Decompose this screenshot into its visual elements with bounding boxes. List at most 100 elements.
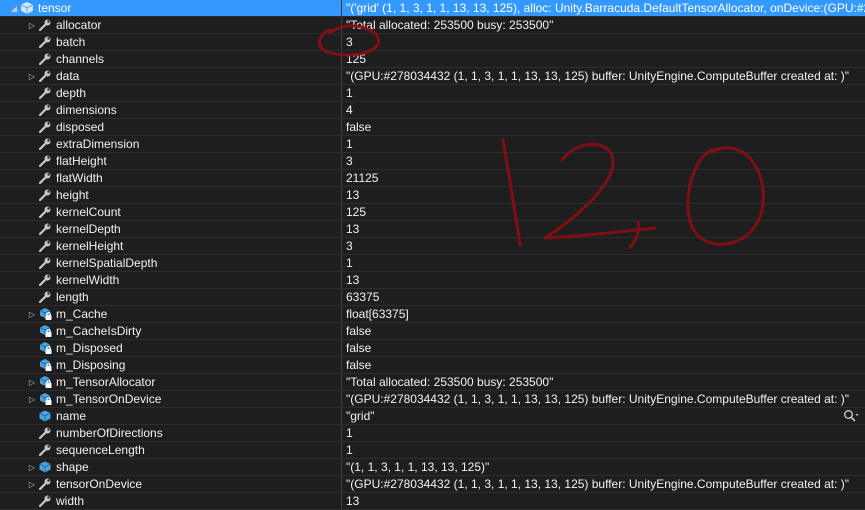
name-cell: length: [0, 289, 342, 305]
property-wrench-icon: [38, 205, 52, 219]
value-cell[interactable]: 13: [342, 493, 865, 509]
tree-row-kerneldepth[interactable]: kernelDepth 13: [0, 221, 865, 238]
expand-arrow-icon[interactable]: ▷: [26, 310, 38, 319]
name-cell: m_Disposed: [0, 340, 342, 356]
tree-row-kernelspatialdepth[interactable]: kernelSpatialDepth 1: [0, 255, 865, 272]
row-name: flatHeight: [56, 154, 107, 168]
value-cell[interactable]: "grid": [342, 408, 865, 424]
value-cell[interactable]: false: [342, 119, 865, 135]
tree-row-dimensions[interactable]: dimensions 4: [0, 102, 865, 119]
tree-row-disposed[interactable]: disposed false: [0, 119, 865, 136]
name-cell: kernelSpatialDepth: [0, 255, 342, 271]
property-wrench-icon: [38, 171, 52, 185]
row-name: length: [56, 290, 89, 304]
value-cell[interactable]: "(GPU:#278034432 (1, 1, 3, 1, 1, 13, 13,…: [342, 476, 865, 492]
private-field-icon: [38, 341, 52, 355]
name-cell: channels: [0, 51, 342, 67]
row-name: kernelSpatialDepth: [56, 256, 158, 270]
tree-row-height[interactable]: height 13: [0, 187, 865, 204]
tree-row-name[interactable]: name "grid": [0, 408, 865, 425]
row-value: 13: [346, 188, 360, 202]
row-value: 1: [346, 443, 353, 457]
tree-row-channels[interactable]: channels 125: [0, 51, 865, 68]
row-name: m_Disposing: [56, 358, 126, 372]
value-cell[interactable]: 1: [342, 255, 865, 271]
tree-row-kernelwidth[interactable]: kernelWidth 13: [0, 272, 865, 289]
tree-row-m-tensorondevice[interactable]: ▷ m_TensorOnDevice "(GPU:#278034432 (1, 1,…: [0, 391, 865, 408]
row-name: height: [56, 188, 89, 202]
property-wrench-icon: [38, 188, 52, 202]
row-name: m_Disposed: [56, 341, 123, 355]
value-cell[interactable]: "('grid' (1, 1, 3, 1, 1, 13, 13, 125), a…: [342, 0, 865, 16]
tree-row-tensor[interactable]: ◢ tensor "('grid' (1, 1, 3, 1, 1, 13, 13, …: [0, 0, 865, 17]
row-name: m_CacheIsDirty: [56, 324, 142, 338]
value-cell[interactable]: "(GPU:#278034432 (1, 1, 3, 1, 1, 13, 13,…: [342, 68, 865, 84]
tree-row-length[interactable]: length 63375: [0, 289, 865, 306]
collapse-arrow-icon[interactable]: ◢: [8, 4, 20, 13]
expand-arrow-icon[interactable]: ▷: [26, 463, 38, 472]
value-cell[interactable]: 125: [342, 204, 865, 220]
private-field-icon: [38, 324, 52, 338]
value-cell[interactable]: "(GPU:#278034432 (1, 1, 3, 1, 1, 13, 13,…: [342, 391, 865, 407]
tree-row-width[interactable]: width 13: [0, 493, 865, 510]
row-value: 1: [346, 86, 353, 100]
expand-arrow-icon[interactable]: ▷: [26, 21, 38, 30]
value-cell[interactable]: false: [342, 323, 865, 339]
tree-row-depth[interactable]: depth 1: [0, 85, 865, 102]
value-cell[interactable]: 13: [342, 272, 865, 288]
property-wrench-icon: [38, 494, 52, 508]
tree-row-m-tensorallocator[interactable]: ▷ m_TensorAllocator "Total allocated: 2535…: [0, 374, 865, 391]
value-cell[interactable]: 3: [342, 238, 865, 254]
tree-row-flatheight[interactable]: flatHeight 3: [0, 153, 865, 170]
value-cell[interactable]: 13: [342, 221, 865, 237]
tree-row-kernelcount[interactable]: kernelCount 125: [0, 204, 865, 221]
text-visualizer-magnifier-icon[interactable]: [843, 409, 859, 423]
row-name: extraDimension: [56, 137, 140, 151]
property-wrench-icon: [38, 18, 52, 32]
tree-row-m-cache[interactable]: ▷ m_Cache float[63375]: [0, 306, 865, 323]
value-cell[interactable]: false: [342, 340, 865, 356]
tree-row-data[interactable]: ▷ data "(GPU:#278034432 (1, 1, 3, 1, 1, 13…: [0, 68, 865, 85]
tree-row-m-disposed[interactable]: m_Disposed false: [0, 340, 865, 357]
value-cell[interactable]: 3: [342, 34, 865, 50]
property-wrench-icon: [38, 120, 52, 134]
expand-arrow-icon[interactable]: ▷: [26, 72, 38, 81]
expand-arrow-icon[interactable]: ▷: [26, 378, 38, 387]
row-value: 21125: [346, 171, 379, 185]
tree-row-batch[interactable]: batch 3: [0, 34, 865, 51]
expand-arrow-icon[interactable]: ▷: [26, 395, 38, 404]
expand-arrow-icon[interactable]: ▷: [26, 480, 38, 489]
tree-row-allocator[interactable]: ▷ allocator "Total allocated: 253500 busy:…: [0, 17, 865, 34]
tree-row-shape[interactable]: ▷ shape "(1, 1, 3, 1, 1, 13, 13, 125)": [0, 459, 865, 476]
value-cell[interactable]: 13: [342, 187, 865, 203]
tree-row-tensorondevice[interactable]: ▷ tensorOnDevice "(GPU:#278034432 (1, 1, 3…: [0, 476, 865, 493]
value-cell[interactable]: 63375: [342, 289, 865, 305]
value-cell[interactable]: "(1, 1, 3, 1, 1, 13, 13, 125)": [342, 459, 865, 475]
value-cell[interactable]: false: [342, 357, 865, 373]
value-cell[interactable]: 1: [342, 85, 865, 101]
tree-row-sequencelength[interactable]: sequenceLength 1: [0, 442, 865, 459]
value-cell[interactable]: 3: [342, 153, 865, 169]
value-cell[interactable]: 21125: [342, 170, 865, 186]
property-wrench-icon: [38, 239, 52, 253]
value-cell[interactable]: float[63375]: [342, 306, 865, 322]
tree-row-kernelheight[interactable]: kernelHeight 3: [0, 238, 865, 255]
name-cell: ▷ allocator: [0, 17, 342, 33]
row-name: batch: [56, 35, 86, 49]
value-cell[interactable]: 4: [342, 102, 865, 118]
name-cell: dimensions: [0, 102, 342, 118]
tree-row-m-disposing[interactable]: m_Disposing false: [0, 357, 865, 374]
value-cell[interactable]: 1: [342, 442, 865, 458]
row-name: shape: [56, 460, 89, 474]
tree-row-flatwidth[interactable]: flatWidth 21125: [0, 170, 865, 187]
value-cell[interactable]: 1: [342, 136, 865, 152]
row-name: kernelWidth: [56, 273, 120, 287]
value-cell[interactable]: 1: [342, 425, 865, 441]
value-cell[interactable]: 125: [342, 51, 865, 67]
tree-row-m-cacheisdirty[interactable]: m_CacheIsDirty false: [0, 323, 865, 340]
value-cell[interactable]: "Total allocated: 253500 busy: 253500": [342, 17, 865, 33]
value-cell[interactable]: "Total allocated: 253500 busy: 253500": [342, 374, 865, 390]
row-value: 1: [346, 137, 353, 151]
tree-row-numberofdirections[interactable]: numberOfDirections 1: [0, 425, 865, 442]
tree-row-extradimension[interactable]: extraDimension 1: [0, 136, 865, 153]
